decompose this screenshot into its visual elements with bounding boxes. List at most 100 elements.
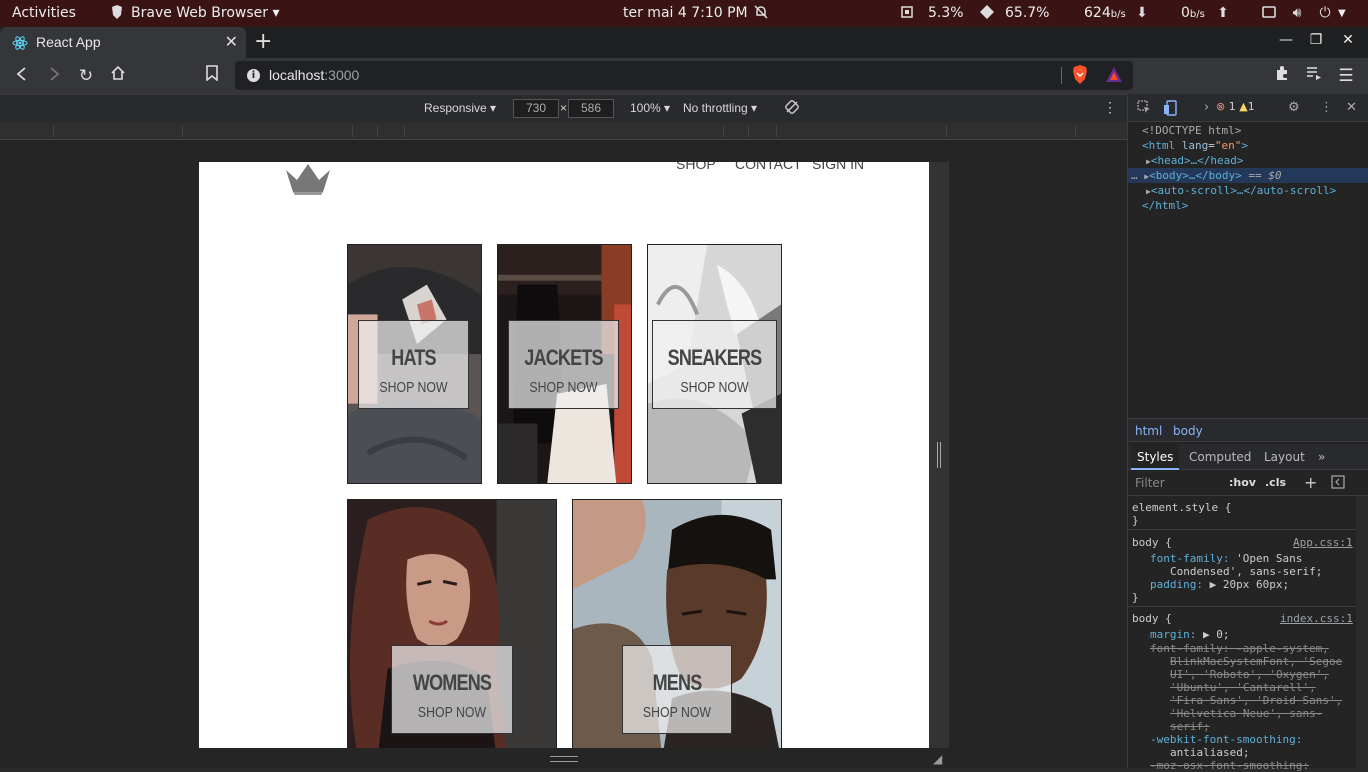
ruler-seg[interactable] xyxy=(352,125,353,137)
back-button[interactable] xyxy=(11,65,33,87)
viewport-resize-handle-bottom[interactable] xyxy=(550,756,578,762)
ruler-seg[interactable] xyxy=(182,125,183,137)
cls-toggle[interactable]: .cls xyxy=(1265,476,1286,489)
crumb-html[interactable]: html xyxy=(1135,424,1162,438)
styles-scrollbar[interactable] xyxy=(1356,496,1368,768)
device-mode-select[interactable]: Responsive ▾ xyxy=(424,101,496,115)
dom-html-open[interactable]: <html lang="en"> xyxy=(1128,138,1368,153)
tab-styles[interactable]: Styles xyxy=(1131,444,1180,470)
ruler-seg[interactable] xyxy=(776,125,777,137)
media-queue-icon[interactable] xyxy=(1303,65,1325,87)
brave-rewards-icon[interactable] xyxy=(1105,66,1123,84)
category-card-jackets[interactable]: JACKETS SHOP NOW xyxy=(497,244,632,484)
category-label-sneakers[interactable]: SNEAKERS SHOP NOW xyxy=(652,320,777,409)
element-style-rule[interactable]: element.style { xyxy=(1132,501,1231,514)
settings-gear-icon[interactable]: ⚙ xyxy=(1288,100,1300,115)
crown-logo-icon[interactable] xyxy=(283,162,333,196)
category-subtitle: SHOP NOW xyxy=(379,379,448,396)
address-bar[interactable]: i localhost:3000 xyxy=(235,61,1133,90)
ruler-seg[interactable] xyxy=(53,125,54,137)
category-label-hats[interactable]: HATS SHOP NOW xyxy=(358,320,469,409)
rule2-source-link[interactable]: index.css:1 xyxy=(1280,612,1353,625)
rule2-moz-font-smoothing[interactable]: -moz-osx-font-smoothing: xyxy=(1150,759,1309,772)
device-toggle-icon[interactable] xyxy=(1164,100,1178,120)
devtools-close-icon[interactable]: ✕ xyxy=(1346,100,1357,115)
memory-icon xyxy=(978,4,996,22)
ruler-seg[interactable] xyxy=(748,125,749,137)
tab-more[interactable]: » xyxy=(1318,450,1325,464)
viewport-width-input[interactable]: 730 xyxy=(513,99,559,118)
dom-head[interactable]: ▶<head>…</head> xyxy=(1128,153,1368,168)
tab-close-icon[interactable]: ✕ xyxy=(225,32,238,51)
devtools-menu-icon[interactable]: ⋮ xyxy=(1320,100,1333,115)
ruler-seg[interactable] xyxy=(946,125,947,137)
ruler-seg[interactable] xyxy=(1075,125,1076,137)
rule2-margin[interactable]: margin: ▶ 0; xyxy=(1150,628,1229,641)
home-button[interactable] xyxy=(107,65,129,87)
app-menu[interactable]: Brave Web Browser ▾ xyxy=(131,5,279,21)
issues-counter[interactable]: ⊗ 1 ▲1 xyxy=(1216,100,1255,113)
viewport-resize-handle-right[interactable] xyxy=(929,162,949,748)
screen-icon[interactable] xyxy=(1260,4,1278,22)
category-card-hats[interactable]: HATS SHOP NOW xyxy=(347,244,482,484)
device-more-options-icon[interactable]: ⋮ xyxy=(1103,99,1117,116)
rule2-font-smoothing[interactable]: -webkit-font-smoothing: xyxy=(1150,733,1302,746)
more-tabs-icon[interactable]: › xyxy=(1204,100,1209,115)
reload-button[interactable]: ↻ xyxy=(75,65,97,87)
rule1-padding[interactable]: padding: ▶ 20px 60px; xyxy=(1150,578,1289,591)
zoom-select[interactable]: 100% ▾ xyxy=(630,101,670,115)
rule1-font-family[interactable]: font-family: 'Open Sans xyxy=(1150,552,1302,565)
category-title: HATS xyxy=(391,345,436,370)
category-label-womens[interactable]: WOMENS SHOP NOW xyxy=(391,645,513,734)
category-label-mens[interactable]: MENS SHOP NOW xyxy=(622,645,732,734)
rule2-selector[interactable]: body { xyxy=(1132,612,1172,625)
hov-toggle[interactable]: :hov xyxy=(1229,476,1256,489)
ruler-seg[interactable] xyxy=(404,125,405,137)
viewport-resize-corner-icon[interactable]: ◢ xyxy=(933,752,942,766)
clock[interactable]: ter mai 4 7:10 PM xyxy=(623,5,748,21)
styles-pane: element.style { } body { App.css:1 font-… xyxy=(1128,496,1368,772)
ruler-seg[interactable] xyxy=(723,125,724,137)
category-card-womens[interactable]: WOMENS SHOP NOW xyxy=(347,499,557,748)
dom-body-selected[interactable]: … ▶<body>…</body> == $0 xyxy=(1128,168,1368,183)
dom-doctype[interactable]: <!DOCTYPE html> xyxy=(1128,123,1368,138)
rule1-selector[interactable]: body { xyxy=(1132,536,1172,549)
dom-auto-scroll[interactable]: ▶<auto-scroll>…</auto-scroll> xyxy=(1128,183,1368,198)
tab-layout[interactable]: Layout xyxy=(1264,450,1305,464)
throttling-select[interactable]: No throttling ▾ xyxy=(683,101,757,115)
power-icon[interactable]: ⏻ xyxy=(1316,4,1334,22)
filter-input[interactable]: Filter xyxy=(1135,476,1165,490)
window-close-button[interactable]: ✕ xyxy=(1339,32,1357,48)
toggle-sidebar-icon[interactable] xyxy=(1331,475,1345,492)
site-info-icon[interactable]: i xyxy=(247,69,260,82)
tab-react-app[interactable]: React App ✕ xyxy=(0,27,246,58)
ruler-seg[interactable] xyxy=(377,125,378,137)
viewport-height-input[interactable]: 586 xyxy=(568,99,614,118)
nav-shop-link[interactable]: SHOP xyxy=(676,162,716,172)
activities-button[interactable]: Activities xyxy=(12,5,76,21)
inspect-element-icon[interactable] xyxy=(1137,100,1151,118)
brave-shields-icon[interactable] xyxy=(1071,65,1089,85)
extensions-icon[interactable] xyxy=(1271,65,1293,87)
menu-icon[interactable]: ☰ xyxy=(1335,65,1357,87)
url-text[interactable]: localhost:3000 xyxy=(269,67,359,83)
nav-sign-in-link[interactable]: SIGN IN xyxy=(812,162,864,172)
category-card-mens[interactable]: MENS SHOP NOW xyxy=(572,499,782,748)
forward-button[interactable] xyxy=(43,65,65,87)
new-tab-button[interactable]: + xyxy=(254,29,272,54)
tab-computed[interactable]: Computed xyxy=(1189,450,1251,464)
minimize-button[interactable]: — xyxy=(1277,32,1295,48)
new-rule-icon[interactable]: + xyxy=(1304,473,1317,492)
dom-html-close[interactable]: </html> xyxy=(1128,198,1368,213)
bookmark-icon[interactable] xyxy=(201,65,223,87)
crumb-body[interactable]: body xyxy=(1173,424,1203,438)
rule1-source-link[interactable]: App.css:1 xyxy=(1293,536,1353,549)
rule2-font-family-overridden[interactable]: font-family: -apple-system, xyxy=(1150,642,1329,655)
nav-contact-link[interactable]: CONTACT xyxy=(735,162,802,172)
system-menu-arrow[interactable]: ▼ xyxy=(1338,8,1346,19)
category-card-sneakers[interactable]: SNEAKERS SHOP NOW xyxy=(647,244,782,484)
volume-icon[interactable]: 🔊︎ xyxy=(1288,4,1306,22)
category-label-jackets[interactable]: JACKETS SHOP NOW xyxy=(508,320,619,409)
maximize-button[interactable]: ❐ xyxy=(1307,32,1325,48)
rotate-icon[interactable] xyxy=(784,99,800,118)
